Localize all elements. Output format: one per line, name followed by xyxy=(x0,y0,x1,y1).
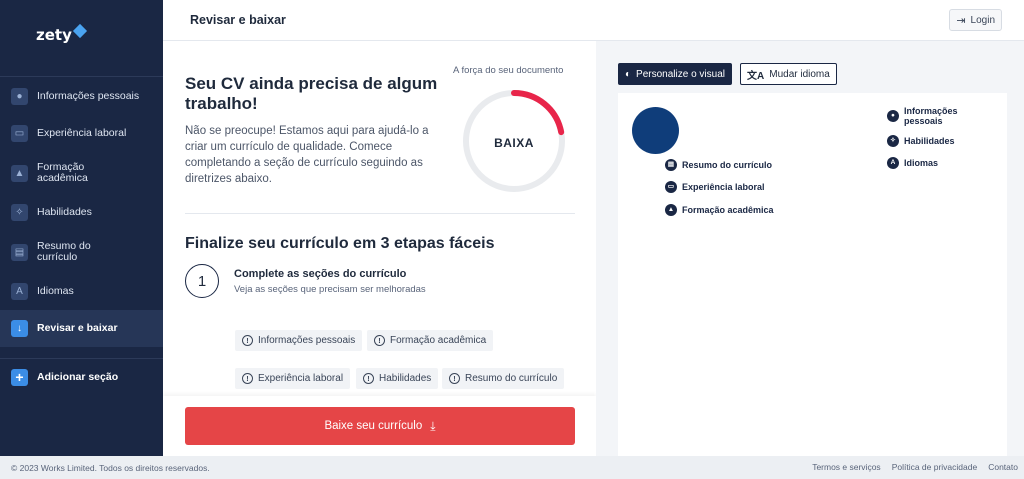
graduation-cap-icon: ▲ xyxy=(665,204,677,216)
tag-personal-info[interactable]: ! Informações pessoais xyxy=(235,330,363,351)
page-title: Revisar e baixar xyxy=(190,13,286,27)
sidebar-item-skills[interactable]: ✧ Habilidades xyxy=(0,194,163,231)
lightbulb-icon: ✧ xyxy=(887,135,899,147)
person-icon: ● xyxy=(11,88,28,105)
steps-title: Finalize seu currículo em 3 etapas fácei… xyxy=(185,235,495,252)
sidebar-item-label: Idiomas xyxy=(37,285,74,297)
sidebar-item-label: Formação acadêmica xyxy=(37,161,88,184)
info-icon: ! xyxy=(242,373,253,384)
strength-label: A força do seu documento xyxy=(453,65,564,76)
preview-section-education: ▲ Formação acadêmica xyxy=(665,204,774,216)
preview-section-summary: ▤ Resumo do currículo xyxy=(665,159,772,171)
download-icon: ⤓ xyxy=(430,418,436,433)
download-icon: ↓ xyxy=(11,320,28,337)
preview-section-experience: ▭ Experiência laboral xyxy=(665,181,765,193)
preview-section-skills: ✧ Habilidades xyxy=(887,135,955,147)
sidebar-item-label: Informações pessoais xyxy=(37,90,140,102)
person-icon: ● xyxy=(887,110,899,122)
sidebar-item-label: Habilidades xyxy=(37,206,92,218)
avatar xyxy=(632,107,679,154)
preview-section-personal-info: ● Informações pessoais xyxy=(887,106,987,126)
translate-icon: A xyxy=(11,283,28,300)
info-icon: ! xyxy=(242,335,253,346)
sidebar-divider xyxy=(0,76,163,77)
copyright-text: © 2023 Works Limited. Todos os direitos … xyxy=(11,462,210,473)
top-header: Revisar e baixar ⇥ Login xyxy=(163,0,1024,41)
sidebar-item-personal-info[interactable]: ● Informações pessoais xyxy=(0,78,163,115)
sidebar-nav: ● Informações pessoais ▭ Experiência lab… xyxy=(0,78,163,347)
sidebar-item-work-experience[interactable]: ▭ Experiência laboral xyxy=(0,115,163,152)
tag-label: Experiência laboral xyxy=(258,373,344,384)
change-language-button[interactable]: 文A Mudar idioma xyxy=(740,63,837,85)
footer-link-privacy[interactable]: Política de privacidade xyxy=(892,462,978,472)
sidebar-item-label: Revisar e baixar xyxy=(37,322,118,334)
sidebar-item-label: Resumo do currículo xyxy=(37,240,91,263)
briefcase-icon: ▭ xyxy=(11,125,28,142)
footer-links: Termos e serviços Política de privacidad… xyxy=(812,462,1018,472)
login-label: Login xyxy=(970,14,995,26)
tag-label: Habilidades xyxy=(379,373,432,384)
step-subtitle: Veja as seções que precisam ser melhorad… xyxy=(234,284,426,295)
preview-section-label: Experiência laboral xyxy=(682,182,765,192)
briefcase-icon: ▭ xyxy=(665,181,677,193)
footer-link-terms[interactable]: Termos e serviços xyxy=(812,462,881,472)
logo-mark-icon xyxy=(72,23,87,39)
step-title: Complete as seções do currículo xyxy=(234,268,407,280)
info-icon: ! xyxy=(363,373,374,384)
info-icon: ! xyxy=(374,335,385,346)
tag-label: Resumo do currículo xyxy=(465,373,558,384)
tag-work-experience[interactable]: ! Experiência laboral xyxy=(235,368,351,389)
strength-value: BAIXA xyxy=(494,136,534,150)
preview-section-label: Resumo do currículo xyxy=(682,160,773,170)
footer-link-contact[interactable]: Contato xyxy=(988,462,1018,472)
translate-icon: A xyxy=(887,157,899,169)
chat-icon: ▤ xyxy=(11,243,28,261)
tag-label: Informações pessoais xyxy=(258,335,356,346)
preview-section-label: Informações pessoais xyxy=(904,106,958,126)
login-icon: ⇥ xyxy=(956,14,966,27)
tag-education[interactable]: ! Formação acadêmica xyxy=(367,330,494,351)
sidebar-item-review-download[interactable]: ↓ Revisar e baixar xyxy=(0,310,163,347)
review-panel: Seu CV ainda precisa de algum trabalho! … xyxy=(163,41,596,456)
resume-preview-area: ◐ Personalize o visual 文A Mudar idioma ▤… xyxy=(596,41,1024,456)
tag-summary[interactable]: ! Resumo do currículo xyxy=(442,368,565,389)
preview-section-label: Habilidades xyxy=(904,136,955,146)
resume-preview[interactable]: ▤ Resumo do currículo ▭ Experiência labo… xyxy=(618,93,1007,456)
download-resume-button[interactable]: Baixe seu currículo ⤓ xyxy=(185,407,575,445)
logo-text: zety xyxy=(36,26,72,44)
personalize-button[interactable]: ◐ Personalize o visual xyxy=(618,63,732,85)
sidebar: zety ● Informações pessoais ▭ Experiênci… xyxy=(0,0,163,456)
sidebar-item-label: Experiência laboral xyxy=(37,127,127,139)
sidebar-item-education[interactable]: ▲ Formação acadêmica xyxy=(0,152,163,194)
sidebar-item-summary[interactable]: ▤ Resumo do currículo xyxy=(0,231,163,273)
info-icon: ! xyxy=(449,373,460,384)
preview-section-languages: A Idiomas xyxy=(887,157,938,169)
add-section-button[interactable]: + Adicionar seção xyxy=(0,358,163,395)
graduation-cap-icon: ▲ xyxy=(11,164,28,182)
section-divider xyxy=(185,213,575,214)
preview-section-label: Idiomas xyxy=(904,158,939,168)
tag-label: Formação acadêmica xyxy=(390,335,487,346)
zety-logo[interactable]: zety xyxy=(36,23,87,44)
plus-icon: + xyxy=(11,368,28,386)
personalize-label: Personalize o visual xyxy=(636,68,725,80)
translate-icon: 文A xyxy=(747,70,765,82)
sidebar-item-languages[interactable]: A Idiomas xyxy=(0,273,163,310)
language-label: Mudar idioma xyxy=(769,68,830,80)
download-label: Baixe seu currículo xyxy=(324,420,423,432)
lightbulb-icon: ✧ xyxy=(11,204,28,221)
cv-status-title: Seu CV ainda precisa de algum trabalho! xyxy=(185,74,438,113)
footer: © 2023 Works Limited. Todos os direitos … xyxy=(0,456,1024,479)
download-bar: Baixe seu currículo ⤓ xyxy=(163,396,596,456)
chat-icon: ▤ xyxy=(665,159,677,171)
step-number: 1 xyxy=(185,264,219,298)
add-section-label: Adicionar seção xyxy=(37,371,119,383)
tag-skills[interactable]: ! Habilidades xyxy=(356,368,439,389)
cv-status-description: Não se preocupe! Estamos aqui para ajudá… xyxy=(185,125,429,185)
palette-icon: ◐ xyxy=(625,68,632,80)
preview-section-label: Formação acadêmica xyxy=(682,205,774,215)
login-button[interactable]: ⇥ Login xyxy=(949,9,1002,31)
